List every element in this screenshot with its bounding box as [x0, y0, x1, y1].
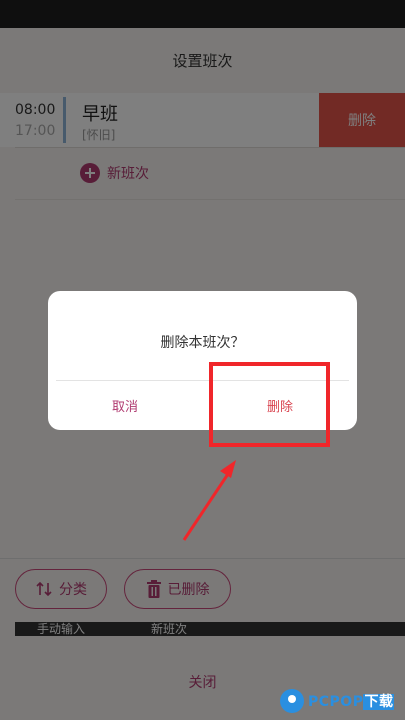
watermark-text: PCPOP [308, 694, 364, 710]
annotation-arrow-icon [182, 460, 236, 541]
watermark: PCPOP下载 [280, 685, 405, 717]
watermark-suffix: 下载 [363, 694, 395, 710]
pcpop-logo-icon [280, 689, 304, 713]
